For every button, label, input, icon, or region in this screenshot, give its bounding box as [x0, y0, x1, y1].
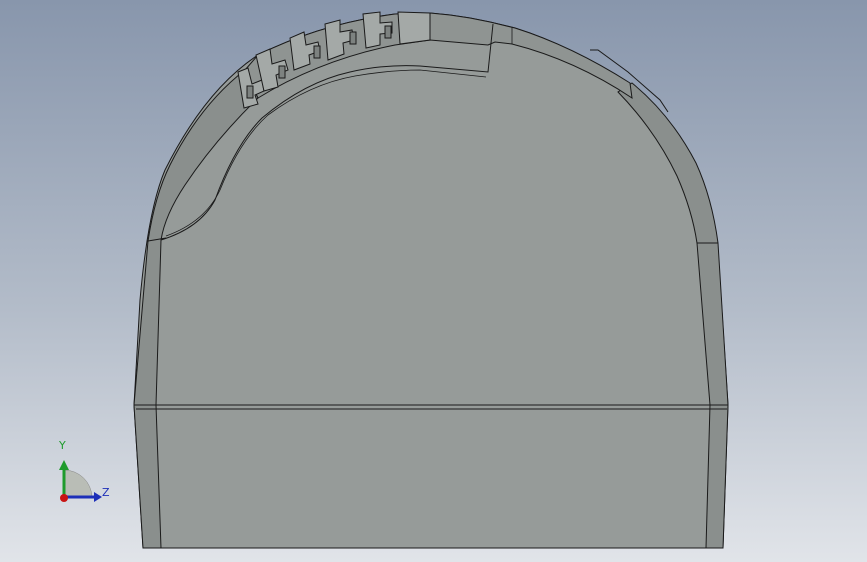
triad-shade-arc [63, 469, 93, 498]
vent-slot-1 [246, 85, 254, 99]
graphics-viewport[interactable]: Y Z [0, 0, 867, 562]
vent-slot-3 [313, 45, 321, 59]
part-model[interactable] [0, 0, 867, 562]
orientation-triad: Y Z [44, 438, 116, 510]
x-axis-origin [60, 494, 68, 502]
z-axis-label: Z [102, 486, 110, 499]
y-axis-label: Y [59, 439, 66, 452]
vent-slot-2 [278, 65, 286, 79]
z-axis-arrow [94, 492, 102, 502]
y-axis-arrow [59, 460, 69, 470]
vent-slot-4 [349, 31, 357, 45]
vent-tooth-6 [397, 11, 431, 45]
vent-slot-5 [384, 25, 392, 39]
